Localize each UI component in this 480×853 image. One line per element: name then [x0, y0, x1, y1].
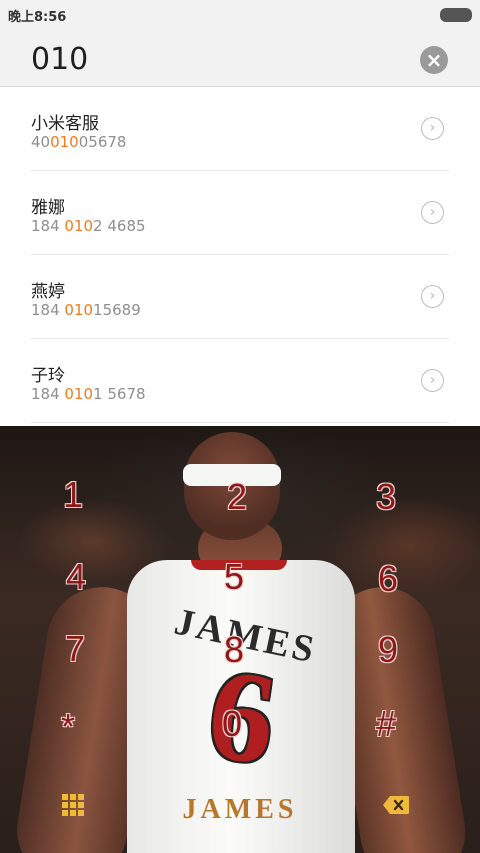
dial-key-8[interactable]: 8 — [214, 629, 254, 671]
number-prefix: 184 — [31, 301, 65, 319]
search-results: 小米客服 4001005678 › 雅娜 184 0102 4685 › 燕婷 … — [0, 87, 480, 426]
number-prefix: 184 — [31, 385, 65, 403]
dial-key-1[interactable]: 1 — [53, 474, 93, 516]
backspace-icon[interactable] — [382, 795, 410, 815]
result-item[interactable]: 雅娜 184 0102 4685 › — [0, 171, 480, 255]
dial-key-star[interactable]: * — [48, 706, 88, 748]
close-icon: × — [425, 48, 443, 72]
number-suffix: 1 5678 — [93, 385, 146, 403]
contact-name: 雅娜 — [31, 198, 65, 218]
search-query: 010 — [31, 42, 89, 77]
divider — [31, 422, 449, 423]
number-suffix: 2 4685 — [93, 217, 146, 235]
result-item[interactable]: 小米客服 4001005678 › — [0, 87, 480, 171]
number-suffix: 15689 — [93, 301, 141, 319]
contact-number: 184 0102 4685 — [31, 217, 146, 235]
result-item[interactable]: 子玲 184 0101 5678 › — [0, 339, 480, 423]
dial-key-3[interactable]: 3 — [366, 476, 406, 518]
number-match: 010 — [50, 133, 79, 151]
number-match: 010 — [64, 217, 94, 235]
dialer-panel: JAMES 6 1 2 3 4 5 6 7 8 9 * 0 # JAMES — [0, 426, 480, 853]
dial-key-5[interactable]: 5 — [214, 556, 254, 598]
bottom-brand-text: JAMES — [182, 794, 298, 825]
number-suffix: 05678 — [78, 133, 127, 151]
contact-number: 184 01015689 — [31, 301, 141, 319]
dial-key-9[interactable]: 9 — [368, 629, 408, 671]
chevron-right-icon[interactable]: › — [421, 285, 444, 308]
search-bar: 010 × — [0, 28, 480, 87]
status-bar: 晚上8:56 — [0, 0, 480, 28]
number-prefix: 40 — [31, 133, 51, 151]
dial-key-7[interactable]: 7 — [55, 628, 95, 670]
keypad-icon[interactable] — [62, 794, 84, 820]
clear-search-button[interactable]: × — [420, 46, 448, 74]
contact-name: 小米客服 — [31, 114, 99, 134]
number-match: 010 — [64, 301, 94, 319]
number-match: 010 — [64, 385, 94, 403]
result-item[interactable]: 燕婷 184 01015689 › — [0, 255, 480, 339]
chevron-right-icon[interactable]: › — [421, 117, 444, 140]
dial-key-4[interactable]: 4 — [56, 556, 96, 598]
dial-key-6[interactable]: 6 — [368, 558, 408, 600]
contact-name: 子玲 — [31, 366, 65, 386]
dial-key-2[interactable]: 2 — [217, 476, 257, 518]
contact-name: 燕婷 — [31, 282, 65, 302]
contact-number: 184 0101 5678 — [31, 385, 146, 403]
chevron-right-icon[interactable]: › — [421, 201, 444, 224]
status-time: 晚上8:56 — [8, 10, 67, 25]
dial-key-hash[interactable]: # — [366, 703, 406, 745]
contact-number: 4001005678 — [31, 133, 126, 151]
dial-key-0[interactable]: 0 — [212, 703, 252, 745]
chevron-right-icon[interactable]: › — [421, 369, 444, 392]
number-prefix: 184 — [31, 217, 65, 235]
battery-icon — [440, 8, 472, 22]
